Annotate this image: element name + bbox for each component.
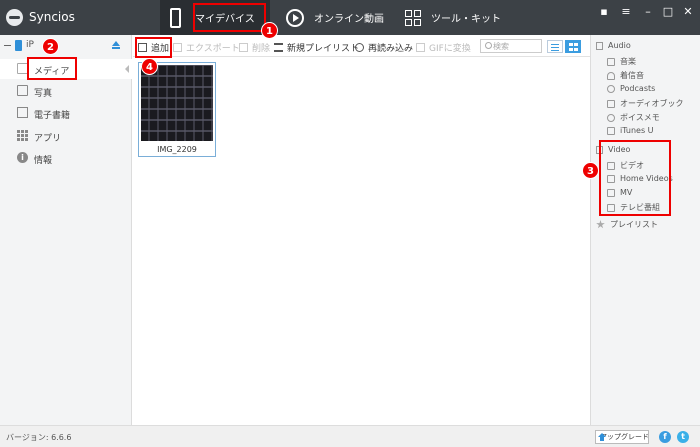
eject-icon[interactable] [112, 41, 120, 49]
gif-icon [416, 43, 425, 52]
sidebar-item-apps[interactable]: アプリ [0, 126, 132, 146]
device-phone-icon [15, 40, 22, 51]
delete-button[interactable]: 削除 [239, 41, 270, 54]
collapse-dash-icon[interactable] [4, 45, 11, 46]
minimize-button[interactable]: – [640, 5, 656, 18]
category-voice-memos[interactable]: ボイスメモ [607, 112, 660, 123]
trash-icon [239, 43, 248, 52]
category-podcasts[interactable]: Podcasts [607, 84, 655, 93]
highlight-box-media [27, 57, 77, 80]
sidebar-item-ebooks[interactable]: 電子書籍 [0, 103, 132, 123]
maximize-button[interactable]: □ [660, 5, 676, 18]
title-bar: Syncios マイデバイス オンライン動画 ツール・キット ▪ ≡ – □ ✕ [0, 0, 700, 35]
play-icon [286, 8, 304, 27]
highlight-box-my-device [193, 3, 266, 32]
media-category-panel: Audio 音楽 着信音 Podcasts オーディオブック ボイスメモ iTu… [590, 35, 700, 425]
step-badge-2: 2 [42, 38, 59, 55]
sidebar-item-label: 情報 [34, 156, 53, 166]
collapse-arrow-icon[interactable] [125, 65, 129, 73]
search-input[interactable] [493, 41, 541, 52]
audiobook-icon [607, 99, 615, 108]
list-view-button[interactable] [547, 40, 563, 53]
category-label: 着信音 [620, 71, 644, 80]
step-badge-4: 4 [141, 58, 158, 75]
syncios-logo-icon [6, 9, 23, 26]
phone-icon [170, 7, 181, 28]
tab-toolkit-label: ツール・キット [431, 14, 501, 25]
reload-icon [355, 43, 364, 52]
thumbnail-image [141, 65, 213, 141]
apps-icon [17, 130, 28, 141]
audio-header-label: Audio [608, 41, 631, 50]
category-ringtones[interactable]: 着信音 [607, 70, 644, 81]
music-icon [607, 57, 615, 66]
delete-button-label: 削除 [252, 44, 271, 54]
new-playlist-button[interactable]: 新規プレイリスト [274, 41, 359, 54]
export-button[interactable]: エクスポート [173, 41, 240, 54]
new-playlist-button-label: 新規プレイリスト [287, 44, 360, 54]
highlight-box-add [135, 37, 172, 58]
audio-header[interactable]: Audio [596, 41, 631, 50]
status-bar: バージョン: 6.6.6 アップグレード f t [0, 425, 700, 447]
music-note-icon [596, 41, 603, 50]
playlist-header-label: プレイリスト [610, 220, 658, 229]
export-icon [173, 43, 182, 52]
sidebar-item-info[interactable]: i 情報 [0, 148, 132, 168]
app-title: Syncios [29, 10, 75, 24]
chat-icon[interactable]: ▪ [596, 5, 612, 18]
bell-icon [607, 71, 615, 80]
upgrade-button-label: アップグレード [600, 433, 649, 441]
close-button[interactable]: ✕ [680, 5, 696, 18]
highlight-box-video [599, 140, 671, 216]
search-icon [485, 42, 492, 49]
category-label: iTunes U [620, 126, 654, 135]
playlist-icon [274, 43, 283, 52]
export-button-label: エクスポート [186, 44, 240, 54]
category-audiobooks[interactable]: オーディオブック [607, 98, 683, 109]
category-label: 音楽 [620, 57, 636, 66]
search-box[interactable] [480, 39, 542, 53]
sidebar-item-label: アプリ [34, 134, 62, 144]
grid-view-button[interactable] [565, 40, 581, 53]
tab-online-video-label: オンライン動画 [314, 14, 384, 25]
upgrade-button[interactable]: アップグレード [595, 430, 649, 444]
step-badge-3: 3 [582, 162, 599, 179]
sidebar: iP メディア 写真 電子書籍 アプリ i 情報 [0, 35, 132, 425]
sidebar-item-label: 電子書籍 [34, 111, 71, 121]
info-icon: i [17, 152, 28, 163]
step-badge-1: 1 [261, 22, 278, 39]
gif-convert-button-label: GIFに変換 [429, 44, 471, 54]
reload-button-label: 再読み込み [368, 44, 414, 54]
playlist-header[interactable]: プレイリスト [596, 219, 658, 230]
toolbar: 追加 エクスポート 削除 新規プレイリスト 再読み込み GIFに変換 [133, 35, 590, 57]
device-name: iP [26, 40, 34, 50]
file-thumbnail[interactable]: IMG_2209 [138, 62, 216, 157]
photo-icon [17, 85, 28, 96]
tab-online-video[interactable]: オンライン動画 [286, 0, 396, 35]
gif-convert-button[interactable]: GIFに変換 [416, 41, 471, 54]
tab-toolkit[interactable]: ツール・キット [405, 0, 515, 35]
star-icon [596, 220, 605, 229]
category-label: オーディオブック [620, 99, 684, 108]
version-text: バージョン: 6.6.6 [6, 433, 72, 442]
itunes-u-icon [607, 126, 615, 135]
category-itunes-u[interactable]: iTunes U [607, 126, 654, 135]
sidebar-item-label: 写真 [34, 89, 53, 99]
menu-icon[interactable]: ≡ [618, 5, 634, 18]
twitter-icon[interactable]: t [677, 431, 689, 443]
file-grid: IMG_2209 [133, 58, 590, 425]
facebook-icon[interactable]: f [659, 431, 671, 443]
podcast-icon [607, 84, 615, 93]
category-label: ボイスメモ [620, 113, 660, 122]
file-name: IMG_2209 [157, 145, 197, 154]
toolkit-icon [405, 9, 421, 26]
ebook-icon [17, 107, 28, 118]
sidebar-item-photos[interactable]: 写真 [0, 81, 132, 101]
category-label: Podcasts [620, 84, 656, 93]
device-row[interactable]: iP [0, 37, 132, 55]
category-music[interactable]: 音楽 [607, 56, 636, 67]
reload-button[interactable]: 再読み込み [355, 41, 413, 54]
voice-memo-icon [607, 113, 615, 122]
